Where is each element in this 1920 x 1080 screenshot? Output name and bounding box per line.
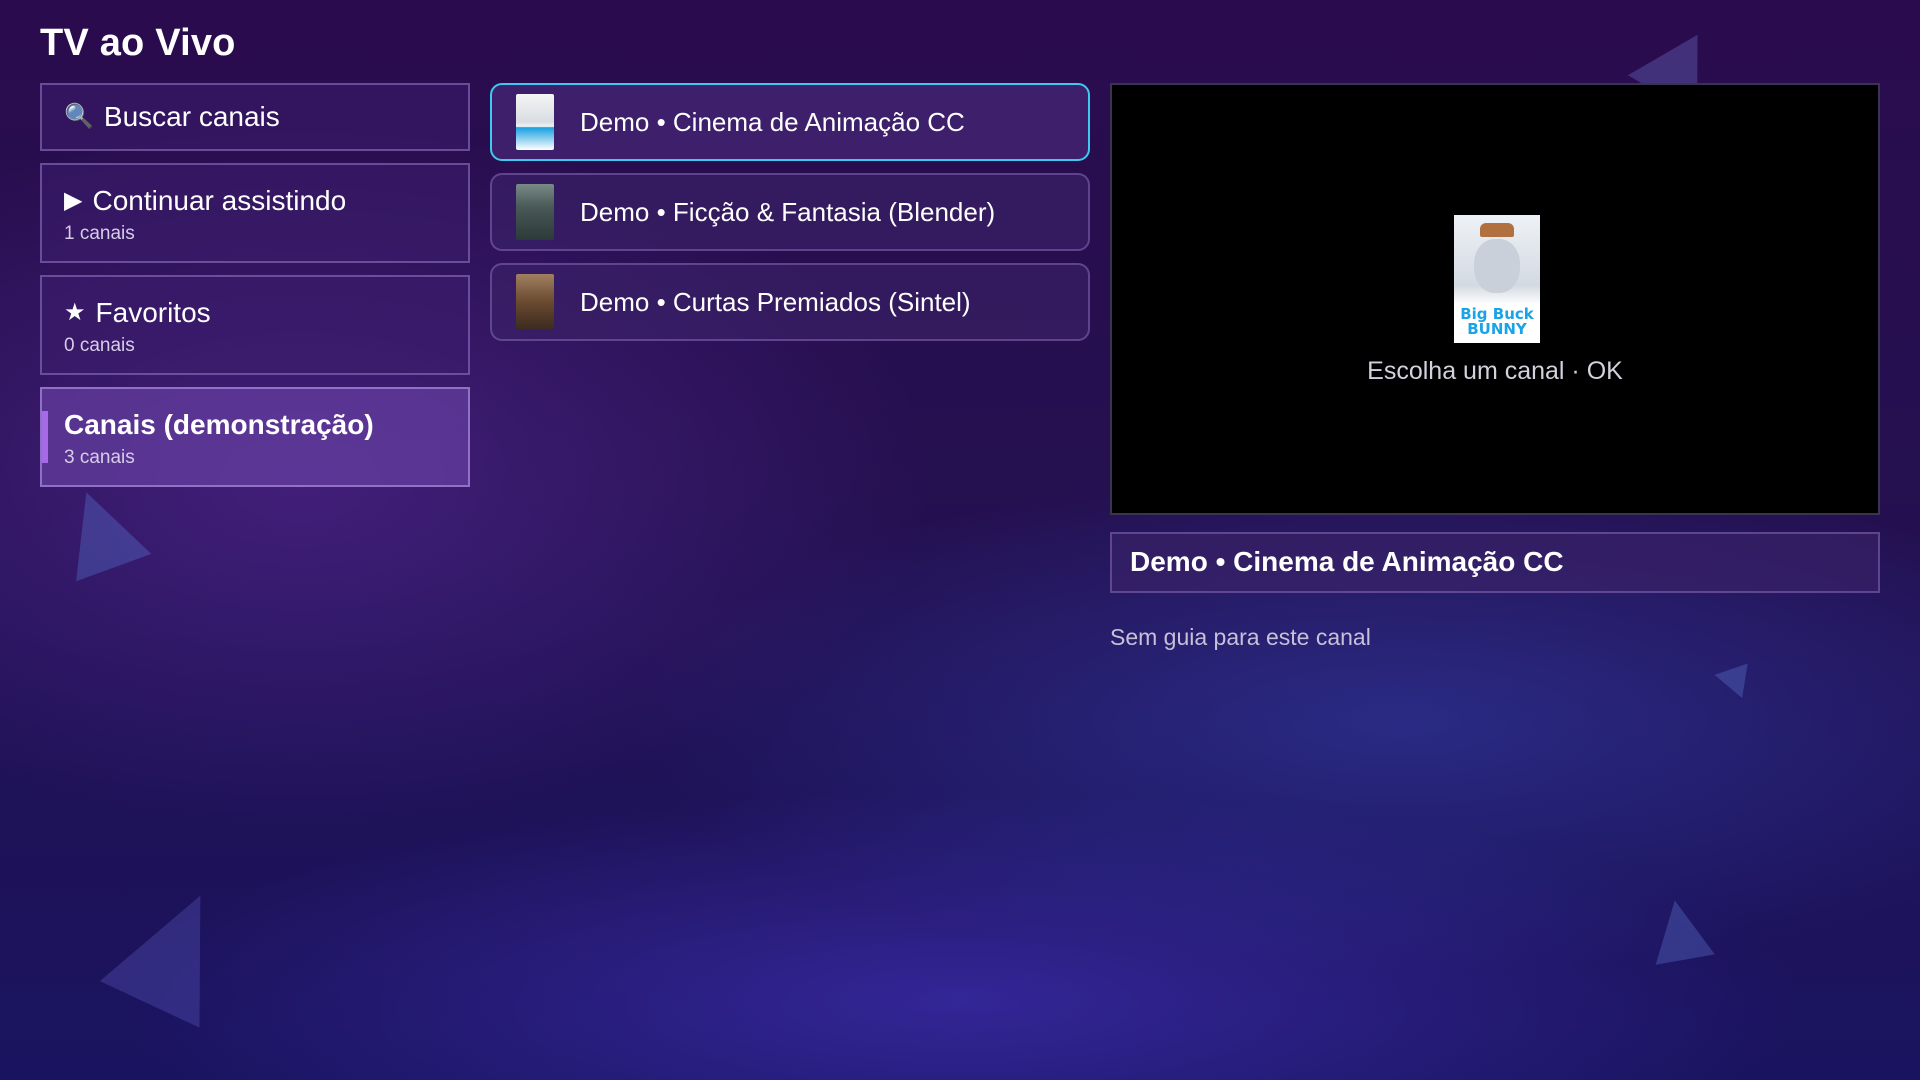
channel-item[interactable]: Demo • Cinema de Animação CC bbox=[490, 83, 1090, 161]
category-menu: 🔍 Buscar canais ▶ Continuar assistindo 1… bbox=[40, 83, 470, 499]
channel-item[interactable]: Demo • Curtas Premiados (Sintel) bbox=[490, 263, 1090, 341]
channel-list: Demo • Cinema de Animação CC Demo • Ficç… bbox=[490, 83, 1090, 353]
active-indicator bbox=[42, 411, 48, 463]
page-title: TV ao Vivo bbox=[40, 22, 236, 64]
preview-hint: Escolha um canal · OK bbox=[1367, 357, 1623, 385]
search-channels-button[interactable]: 🔍 Buscar canais bbox=[40, 83, 470, 151]
search-channels-label: Buscar canais bbox=[103, 101, 280, 132]
channel-logo bbox=[516, 94, 554, 150]
background-decoration bbox=[1714, 651, 1762, 699]
menu-item-count: 3 canais bbox=[64, 447, 135, 468]
play-icon: ▶ bbox=[64, 187, 83, 214]
poster-art bbox=[1480, 223, 1514, 237]
menu-item-label: Continuar assistindo bbox=[92, 185, 347, 216]
menu-item-demo-channels[interactable]: Canais (demonstração) 3 canais bbox=[40, 387, 470, 487]
channel-logo bbox=[516, 274, 554, 330]
menu-item-label: Canais (demonstração) bbox=[64, 409, 374, 440]
star-icon: ★ bbox=[64, 299, 86, 326]
channel-name: Demo • Ficção & Fantasia (Blender) bbox=[580, 196, 996, 227]
menu-item-label: Favoritos bbox=[95, 297, 211, 328]
now-playing-channel: Demo • Cinema de Animação CC bbox=[1130, 546, 1564, 577]
channel-name: Demo • Cinema de Animação CC bbox=[580, 106, 965, 137]
channel-name: Demo • Curtas Premiados (Sintel) bbox=[580, 286, 971, 317]
channel-logo bbox=[516, 184, 554, 240]
menu-item-count: 1 canais bbox=[64, 223, 135, 244]
menu-item-count: 0 canais bbox=[64, 335, 135, 356]
channel-item[interactable]: Demo • Ficção & Fantasia (Blender) bbox=[490, 173, 1090, 251]
poster-art bbox=[1474, 239, 1520, 293]
epg-status: Sem guia para este canal bbox=[1110, 624, 1371, 650]
now-playing-bar: Demo • Cinema de Animação CC bbox=[1110, 532, 1880, 593]
menu-item-continue-watching[interactable]: ▶ Continuar assistindo 1 canais bbox=[40, 163, 470, 263]
video-preview[interactable]: Big Buck BUNNY Escolha um canal · OK bbox=[1110, 83, 1880, 515]
poster-title: Big Buck BUNNY bbox=[1460, 305, 1534, 338]
preview-poster: Big Buck BUNNY bbox=[1454, 215, 1540, 343]
search-icon: 🔍 bbox=[64, 103, 94, 130]
background-decoration bbox=[1645, 895, 1715, 965]
background-decoration bbox=[99, 872, 251, 1028]
menu-item-favorites[interactable]: ★ Favoritos 0 canais bbox=[40, 275, 470, 375]
